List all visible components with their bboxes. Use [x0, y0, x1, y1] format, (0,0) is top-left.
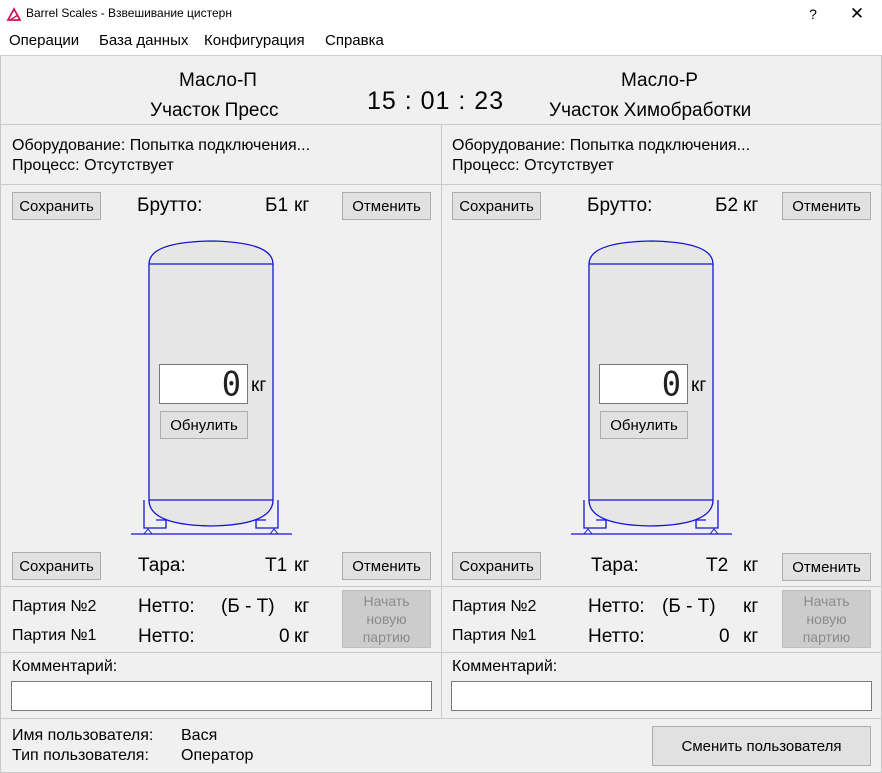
- zero-button[interactable]: Обнулить: [160, 411, 248, 439]
- net-unit: кг: [743, 596, 759, 617]
- batch2-label: Партия №2: [12, 598, 97, 615]
- close-button[interactable]: ✕: [844, 3, 870, 25]
- help-button[interactable]: ?: [800, 3, 826, 25]
- title-bar: Barrel Scales - Взвешивание цистерн ? ✕: [0, 0, 882, 29]
- weight-unit: кг: [691, 375, 707, 396]
- net-formula: (Б - Т): [221, 596, 275, 617]
- process-status: Процесс: Отсутствует: [452, 157, 614, 174]
- menu-configuration[interactable]: Конфигурация: [204, 32, 305, 49]
- tare-value: Т1: [265, 555, 288, 576]
- comment-input[interactable]: [11, 681, 432, 711]
- menu-help[interactable]: Справка: [325, 32, 384, 49]
- tare-unit: кг: [743, 555, 759, 576]
- panel-divider: [441, 124, 442, 718]
- tare-label: Тара:: [591, 555, 639, 576]
- gross-label: Брутто:: [137, 195, 203, 216]
- gross-value: Б2: [715, 195, 739, 216]
- net-unit: кг: [294, 626, 310, 647]
- menu-operations[interactable]: Операции: [9, 32, 79, 49]
- comment-label: Комментарий:: [452, 658, 558, 675]
- net-label: Нетто:: [138, 626, 195, 647]
- user-name-label: Имя пользователя:: [12, 727, 154, 744]
- equipment-status: Оборудование: Попытка подключения...: [12, 137, 311, 154]
- left-area-name: Участок Пресс: [150, 100, 279, 121]
- process-status: Процесс: Отсутствует: [12, 157, 174, 174]
- left-product-name: Масло-П: [179, 70, 257, 91]
- net-label: Нетто:: [588, 626, 645, 647]
- window-title: Barrel Scales - Взвешивание цистерн: [26, 6, 232, 20]
- net-unit: кг: [294, 596, 310, 617]
- net-label: Нетто:: [138, 596, 195, 617]
- comment-label: Комментарий:: [12, 658, 118, 675]
- equipment-status: Оборудование: Попытка подключения...: [452, 137, 751, 154]
- net-value: 0: [719, 626, 730, 647]
- new-batch-button[interactable]: Начать новую партию: [342, 590, 431, 648]
- save-gross-button[interactable]: Сохранить: [12, 192, 101, 220]
- weight-value: 0: [661, 364, 681, 404]
- cancel-gross-button[interactable]: Отменить: [342, 192, 431, 220]
- gross-unit: кг: [743, 195, 759, 216]
- save-tare-button[interactable]: Сохранить: [452, 552, 541, 580]
- batch1-label: Партия №1: [12, 627, 97, 644]
- net-formula: (Б - Т): [662, 596, 716, 617]
- tare-unit: кг: [294, 555, 310, 576]
- gross-unit: кг: [294, 195, 310, 216]
- tare-label: Тара:: [138, 555, 186, 576]
- tare-value: Т2: [706, 555, 729, 576]
- cancel-tare-button[interactable]: Отменить: [782, 553, 871, 581]
- net-value: 0: [279, 626, 290, 647]
- weight-unit: кг: [251, 375, 267, 396]
- clock: 15 : 01 : 23: [367, 87, 505, 115]
- right-product-name: Масло-Р: [621, 70, 698, 91]
- save-tare-button[interactable]: Сохранить: [12, 552, 101, 580]
- save-gross-button[interactable]: Сохранить: [452, 192, 541, 220]
- gross-label: Брутто:: [587, 195, 653, 216]
- batch2-label: Партия №2: [452, 598, 537, 615]
- net-unit: кг: [743, 626, 759, 647]
- comment-input[interactable]: [451, 681, 872, 711]
- app-logo-icon: [6, 7, 22, 21]
- zero-button[interactable]: Обнулить: [600, 411, 688, 439]
- cancel-tare-button[interactable]: Отменить: [342, 552, 431, 580]
- weight-value: 0: [221, 364, 241, 404]
- new-batch-button[interactable]: Начать новую партию: [782, 590, 871, 648]
- weight-display: 0: [159, 364, 248, 404]
- user-type-label: Тип пользователя:: [12, 747, 149, 764]
- cancel-gross-button[interactable]: Отменить: [782, 192, 871, 220]
- switch-user-button[interactable]: Сменить пользователя: [652, 726, 871, 766]
- user-name: Вася: [181, 727, 218, 744]
- gross-value: Б1: [265, 195, 289, 216]
- divider: [1, 718, 881, 719]
- right-area-name: Участок Химобработки: [549, 100, 752, 121]
- menu-bar: Операции База данных Конфигурация Справк…: [0, 29, 882, 55]
- net-label: Нетто:: [588, 596, 645, 617]
- user-type: Оператор: [181, 747, 254, 764]
- weight-display: 0: [599, 364, 688, 404]
- menu-database[interactable]: База данных: [99, 32, 188, 49]
- batch1-label: Партия №1: [452, 627, 537, 644]
